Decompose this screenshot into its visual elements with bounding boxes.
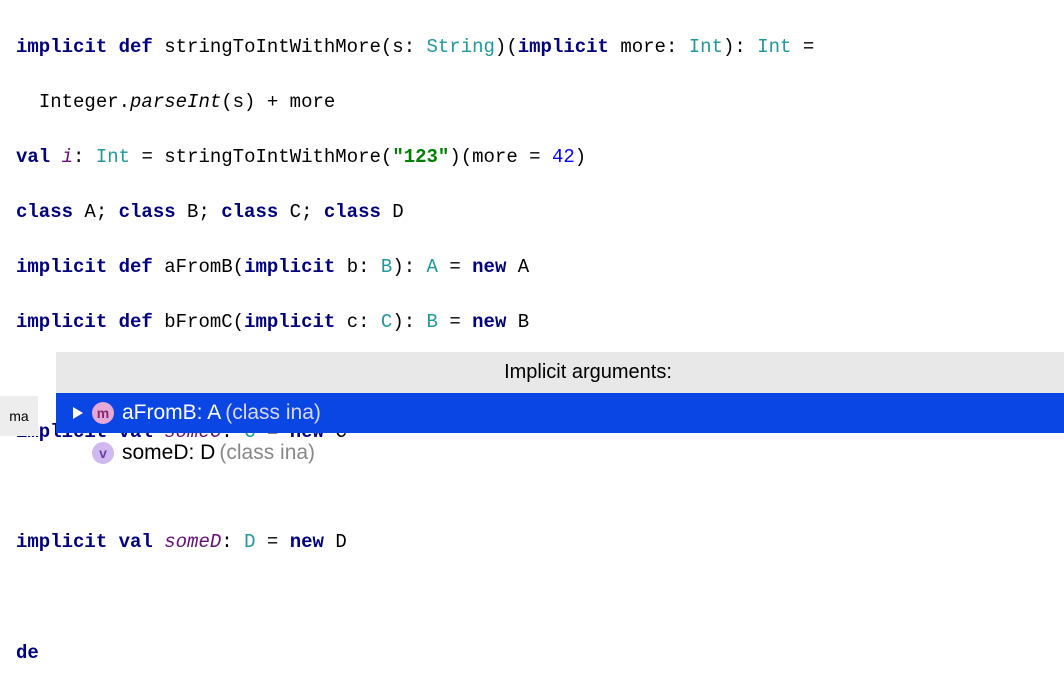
text: D	[381, 201, 404, 223]
text: =	[438, 311, 472, 333]
text: =	[791, 36, 814, 58]
type: Int	[96, 146, 130, 168]
text: ):	[723, 36, 757, 58]
text: :	[73, 146, 96, 168]
text: (	[233, 311, 244, 333]
code-line: implicit def bFromC(implicit c: C): B = …	[16, 309, 1064, 337]
text: = stringToIntWithMore(	[130, 146, 392, 168]
text: ):	[392, 256, 426, 278]
variable: someD	[164, 531, 221, 553]
code-line: implicit val someD: D = new D	[16, 529, 1064, 557]
keyword: class	[16, 201, 73, 223]
text: A;	[73, 201, 119, 223]
keyword: new	[472, 256, 506, 278]
type: Int	[689, 36, 723, 58]
text: A	[506, 256, 529, 278]
text: B;	[176, 201, 222, 223]
function-call: parseInt	[130, 91, 221, 113]
text: )(	[495, 36, 518, 58]
type: D	[244, 531, 255, 553]
keyword: class	[324, 201, 381, 223]
variable: i	[62, 146, 73, 168]
code-editor[interactable]: implicit def stringToIntWithMore(s: Stri…	[0, 0, 1064, 695]
keyword: implicit	[244, 311, 335, 333]
code-line	[16, 474, 1064, 502]
type: String	[427, 36, 495, 58]
keyword: implicit	[16, 531, 107, 553]
popup-item-name: someD: D	[122, 438, 215, 468]
type: A	[427, 256, 438, 278]
keyword: def	[119, 256, 153, 278]
function-name: stringToIntWithMore	[164, 36, 381, 58]
text: :	[221, 531, 244, 553]
text: ):	[392, 311, 426, 333]
text: (s) + more	[221, 91, 335, 113]
text: C;	[278, 201, 324, 223]
keyword: val	[16, 146, 50, 168]
code-line: Integer.parseInt(s) + more	[16, 89, 1064, 117]
type: B	[427, 311, 438, 333]
keyword: implicit	[518, 36, 609, 58]
popup-items: m aFromB: A (class ina) v someD: D (clas…	[0, 393, 1064, 473]
text: D	[324, 531, 347, 553]
keyword: val	[119, 531, 153, 553]
number-literal: 42	[552, 146, 575, 168]
code-line: val i: Int = stringToIntWithMore("123")(…	[16, 144, 1064, 172]
text: b:	[335, 256, 381, 278]
text: =	[255, 531, 289, 553]
popup-item-tail: (class ina)	[219, 438, 315, 468]
code-line	[16, 584, 1064, 612]
text: =	[438, 256, 472, 278]
popup-item-somed[interactable]: v someD: D (class ina)	[56, 433, 1064, 473]
expand-arrow-icon[interactable]	[68, 407, 88, 419]
gutter-label: ma	[0, 396, 38, 436]
popup-item-tail: (class ina)	[225, 398, 321, 428]
code-line: implicit def stringToIntWithMore(s: Stri…	[16, 34, 1064, 62]
text	[16, 91, 39, 113]
implicit-arguments-popup: Implicit arguments: m aFromB: A (class i…	[0, 352, 1064, 473]
text: )	[575, 146, 586, 168]
string-literal: "123"	[392, 146, 449, 168]
keyword: de	[16, 642, 39, 664]
popup-item-name: aFromB: A	[122, 398, 221, 428]
type: Int	[757, 36, 791, 58]
keyword: new	[472, 311, 506, 333]
code-line: class A; class B; class C; class D	[16, 199, 1064, 227]
keyword: implicit	[16, 36, 107, 58]
method-icon: m	[92, 402, 114, 424]
value-icon: v	[92, 442, 114, 464]
keyword: class	[119, 201, 176, 223]
keyword: implicit	[244, 256, 335, 278]
text: more:	[609, 36, 689, 58]
keyword: def	[119, 36, 153, 58]
keyword: def	[119, 311, 153, 333]
code-line: de	[16, 640, 1064, 668]
type: B	[381, 256, 392, 278]
keyword: class	[221, 201, 278, 223]
text: Integer.	[39, 91, 130, 113]
code-line: implicit def aFromB(implicit b: B): A = …	[16, 254, 1064, 282]
popup-item-afromb[interactable]: m aFromB: A (class ina)	[56, 393, 1064, 433]
text: c:	[335, 311, 381, 333]
popup-header: Implicit arguments:	[56, 352, 1064, 393]
keyword: implicit	[16, 311, 107, 333]
keyword: new	[290, 531, 324, 553]
text: )(more =	[449, 146, 552, 168]
function-name: aFromB	[164, 256, 232, 278]
keyword: implicit	[16, 256, 107, 278]
text: B	[506, 311, 529, 333]
function-name: bFromC	[164, 311, 232, 333]
text: (	[233, 256, 244, 278]
type: C	[381, 311, 392, 333]
text: (s:	[381, 36, 427, 58]
